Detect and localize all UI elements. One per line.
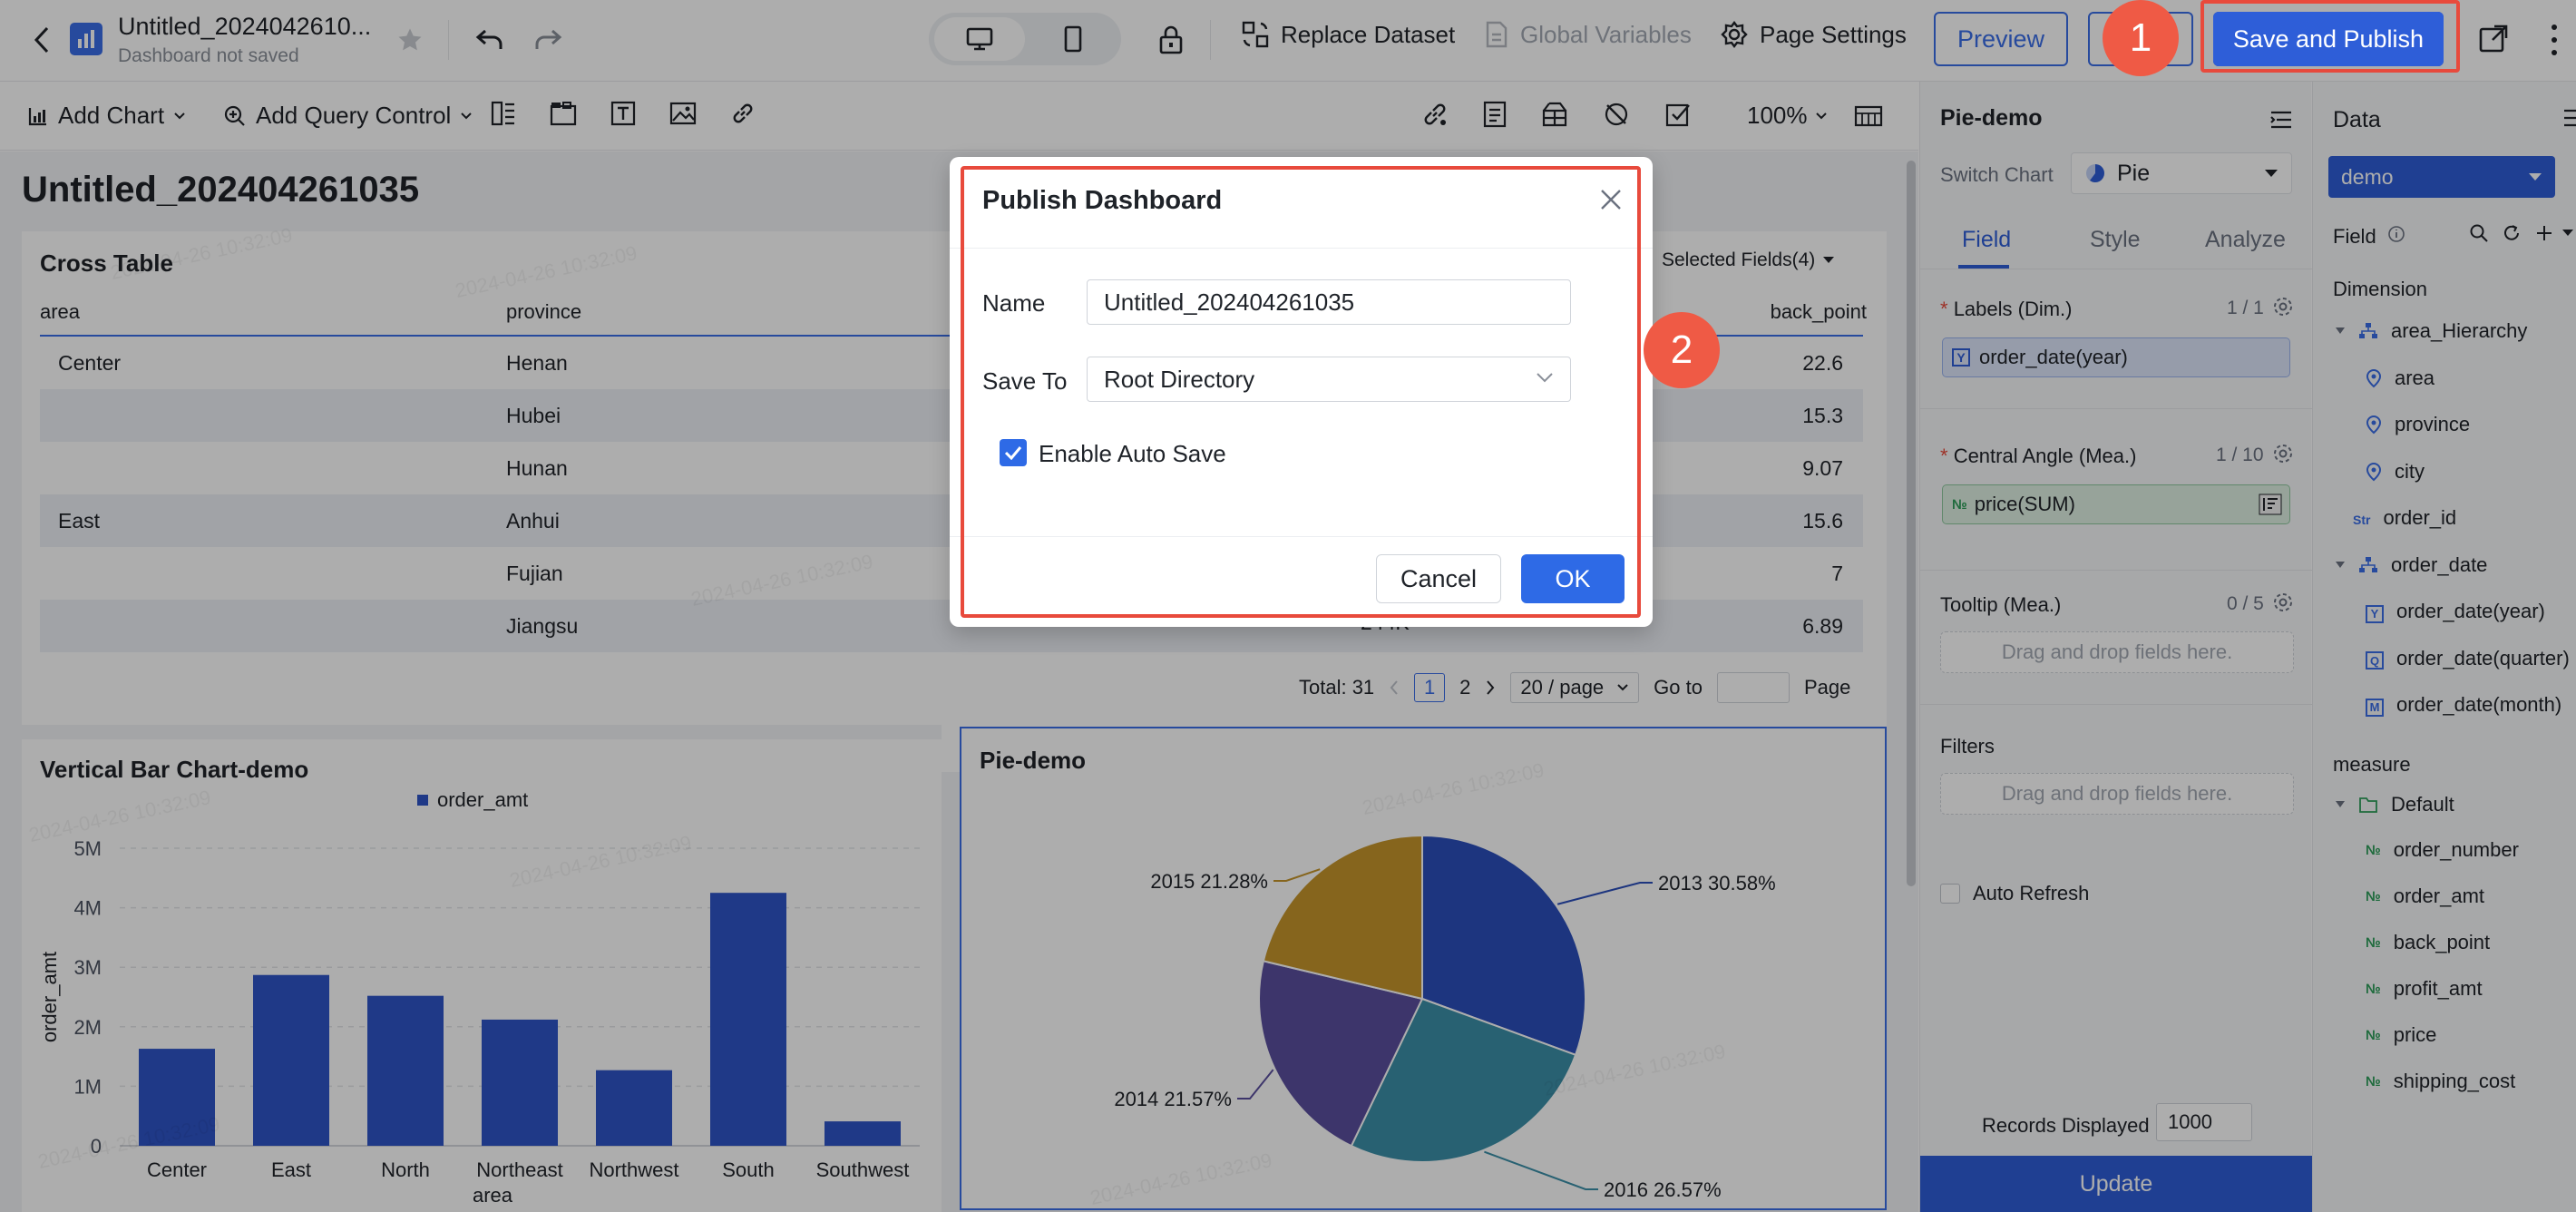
publish-dashboard-dialog: Publish Dashboard Name Untitled_20240426…: [950, 157, 1653, 627]
step-badge-1: 1: [2103, 0, 2179, 76]
highlight-dialog: [961, 166, 1641, 618]
highlight-save-publish: [2200, 0, 2460, 73]
step-badge-2: 2: [1644, 312, 1720, 388]
